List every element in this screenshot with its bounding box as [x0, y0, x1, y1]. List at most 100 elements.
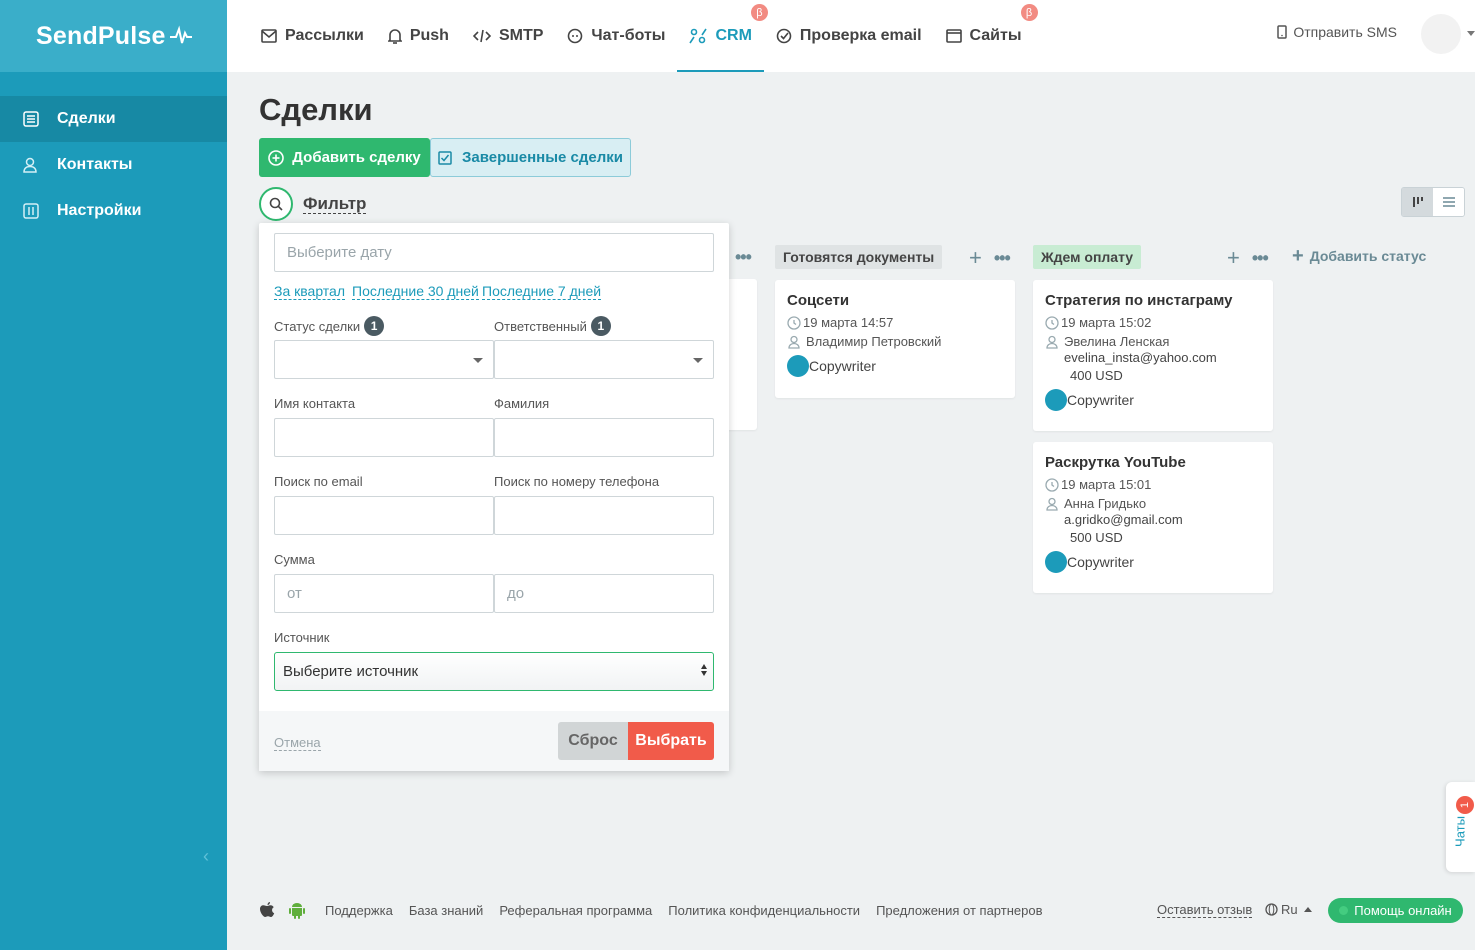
language-selector[interactable]: Ru — [1265, 902, 1312, 917]
deal-person-name: Анна Гридько — [1064, 496, 1147, 511]
add-deal-icon[interactable]: + — [969, 247, 982, 269]
online-help-label: Помощь онлайн — [1354, 903, 1452, 918]
more-icon[interactable]: ••• — [994, 248, 1011, 269]
deal-date-text: 19 марта 15:01 — [1061, 477, 1152, 492]
mail-icon — [261, 29, 277, 43]
plus-icon: + — [1292, 245, 1304, 267]
footer-link-support[interactable]: Поддержка — [325, 903, 393, 918]
deal-tag-label: Copywriter — [1067, 392, 1134, 408]
nav-item-chatbots[interactable]: Чат-боты — [555, 0, 677, 72]
completed-deals-button[interactable]: Завершенные сделки — [430, 138, 631, 177]
tag-color-dot — [787, 355, 809, 377]
send-sms-button[interactable]: Отправить SMS — [1277, 24, 1397, 40]
sidebar-item-contacts[interactable]: Контакты — [0, 142, 227, 188]
reset-button[interactable]: Сброс — [558, 722, 628, 760]
source-select[interactable]: Выберите источник — [274, 652, 714, 691]
android-icon[interactable] — [289, 901, 305, 919]
last-name-input[interactable] — [494, 418, 714, 457]
deals-icon — [23, 111, 39, 127]
deal-card[interactable]: Раскрутка YouTube 19 марта 15:01 Анна Гр… — [1033, 442, 1273, 593]
apply-button[interactable]: Выбрать — [628, 722, 714, 760]
add-deal-button[interactable]: Добавить сделку — [259, 138, 430, 177]
sidebar-item-label: Контакты — [57, 156, 133, 173]
footer-link-knowledge-base[interactable]: База знаний — [409, 903, 484, 918]
more-icon[interactable]: ••• — [1252, 248, 1269, 269]
nav-label: Push — [409, 27, 449, 44]
online-help-button[interactable]: Помощь онлайн — [1328, 898, 1463, 923]
filter-toggle[interactable]: Фильтр — [259, 187, 367, 221]
clock-icon — [1045, 477, 1059, 492]
sum-to-input[interactable]: до — [494, 574, 714, 613]
tag-color-dot — [1045, 389, 1067, 411]
footer: Поддержка База знаний Реферальная програ… — [227, 890, 1475, 930]
first-name-input[interactable] — [274, 418, 494, 457]
filter-footer: Отмена Сброс Выбрать — [259, 711, 729, 771]
avatar[interactable] — [1421, 14, 1461, 54]
deal-tag: Copywriter — [1045, 551, 1261, 573]
sidebar-item-deals[interactable]: Сделки — [0, 96, 227, 142]
status-select[interactable] — [274, 340, 494, 379]
contacts-icon — [23, 157, 39, 173]
online-status-dot — [1339, 906, 1349, 915]
column-1-actions: + ••• — [969, 247, 1011, 269]
nav-item-push[interactable]: Push — [376, 0, 461, 72]
sidebar: SendPulse Сделки Контакты Настройки ‹ — [0, 0, 227, 950]
feedback-link[interactable]: Оставить отзыв — [1157, 903, 1253, 918]
add-status-label: Добавить статус — [1309, 248, 1427, 264]
sidebar-item-settings[interactable]: Настройки — [0, 188, 227, 234]
cancel-button[interactable]: Отмена — [274, 735, 321, 751]
footer-link-partners[interactable]: Предложения от партнеров — [876, 903, 1042, 918]
chat-widget-tab[interactable]: 1 Чаты — [1446, 782, 1475, 872]
settings-icon — [23, 203, 39, 219]
add-deal-icon[interactable]: + — [1227, 247, 1240, 269]
site-icon — [945, 29, 962, 43]
footer-link-referral[interactable]: Реферальная программа — [499, 903, 652, 918]
deal-card[interactable]: Соцсети 19 марта 14:57 Владимир Петровск… — [775, 280, 1015, 398]
column-2-actions: + ••• — [1227, 247, 1269, 269]
pulse-icon — [169, 25, 192, 44]
deal-card[interactable]: Стратегия по инстаграму 19 марта 15:02 Э… — [1033, 280, 1273, 431]
status-tag[interactable]: Готовятся документы — [775, 245, 943, 269]
quick-range-7-days[interactable]: Последние 7 дней — [482, 283, 602, 300]
list-view-button[interactable] — [1433, 188, 1464, 216]
checkbox-icon — [438, 150, 452, 165]
nav-label: Рассылки — [285, 27, 364, 44]
kanban-view-button[interactable] — [1402, 188, 1433, 216]
apple-icon[interactable] — [259, 901, 275, 919]
email-input[interactable] — [274, 496, 494, 535]
filter-label: Фильтр — [303, 193, 367, 214]
send-sms-label: Отправить SMS — [1293, 24, 1397, 40]
owner-select[interactable] — [494, 340, 714, 379]
sidebar-item-label: Настройки — [57, 202, 142, 219]
status-tag[interactable]: Ждем оплату — [1033, 245, 1142, 269]
email-label: Поиск по email — [274, 474, 363, 489]
nav-item-campaigns[interactable]: Рассылки — [249, 0, 376, 72]
collapse-sidebar-icon[interactable]: ‹ — [203, 846, 209, 867]
quick-range-quarter[interactable]: За квартал — [274, 283, 346, 300]
date-input[interactable]: Выберите дату — [274, 233, 714, 272]
quick-range-30-days[interactable]: Последние 30 дней — [352, 283, 479, 300]
chat-count-badge: 1 — [1456, 796, 1474, 814]
sum-label: Сумма — [274, 552, 315, 567]
owner-label-text: Ответственный — [494, 318, 587, 334]
nav-item-email-check[interactable]: Проверка email — [764, 0, 934, 72]
nav-item-sites[interactable]: Сайты β — [934, 0, 1038, 72]
chevron-up-icon — [1303, 907, 1312, 912]
sum-from-input[interactable]: от — [274, 574, 494, 613]
chevron-down-icon — [693, 358, 703, 363]
nav-item-smtp[interactable]: SMTP — [461, 0, 555, 72]
source-label: Источник — [274, 630, 330, 645]
logo-text: SendPulse — [36, 21, 166, 50]
more-icon[interactable]: ••• — [735, 247, 752, 268]
add-status-button[interactable]: + Добавить статус — [1292, 245, 1427, 267]
deal-person: Эвелина Ленская — [1045, 334, 1261, 349]
clock-icon — [787, 315, 801, 330]
chevron-down-icon[interactable] — [1467, 31, 1475, 36]
chat-label: Чаты — [1452, 816, 1468, 847]
deal-date-text: 19 марта 14:57 — [803, 315, 894, 330]
logo[interactable]: SendPulse — [0, 0, 227, 72]
footer-link-privacy[interactable]: Политика конфиденциальности — [668, 903, 860, 918]
nav-item-crm[interactable]: CRM β — [677, 0, 768, 72]
phone-input[interactable] — [494, 496, 714, 535]
deal-email: evelina_insta@yahoo.com — [1064, 350, 1217, 365]
